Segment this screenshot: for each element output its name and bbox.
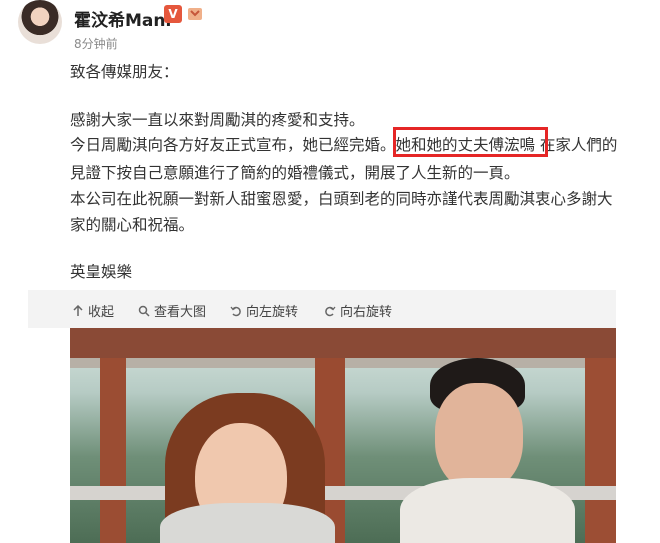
view-large-label: 查看大图 xyxy=(154,305,207,320)
author-name[interactable]: 霍汶希Mani xyxy=(74,6,171,31)
highlight-box xyxy=(393,127,548,157)
post-line-thanks: 感謝大家一直以來對周勵淇的疼愛和支持。 xyxy=(70,111,365,129)
rotate-left-icon xyxy=(230,306,241,316)
verified-badge-icon: V xyxy=(164,5,182,23)
post-line-ceremony: 見證下按自己意願進行了簡約的婚禮儀式，開展了人生新的一頁。 xyxy=(70,164,520,182)
member-flag-icon xyxy=(188,8,202,20)
collapse-label: 收起 xyxy=(88,305,115,320)
post-signature: 英皇娛樂 xyxy=(70,263,133,281)
rotate-right-icon xyxy=(325,306,336,316)
avatar[interactable] xyxy=(18,0,62,44)
image-toolbar: 收起 查看大图 向左旋转 向右旋转 xyxy=(28,290,616,328)
post-photo[interactable] xyxy=(70,328,616,543)
post-line-blessing-end: 家的關心和祝福。 xyxy=(70,216,195,234)
post-line-greeting: 致各傳媒朋友： xyxy=(70,63,179,81)
magnifier-icon xyxy=(138,305,150,317)
rotate-left-button[interactable]: 向左旋转 xyxy=(230,301,298,320)
up-arrow-icon xyxy=(73,304,83,316)
post-line-blessing: 本公司在此祝願一對新人甜蜜恩愛，白頭到老的同時亦謹代表周勵淇衷心多謝大 xyxy=(70,190,613,208)
rotate-right-button[interactable]: 向右旋转 xyxy=(324,301,392,320)
rotate-right-label: 向右旋转 xyxy=(340,305,393,320)
rotate-left-label: 向左旋转 xyxy=(246,305,299,320)
post-timestamp[interactable]: 8分钟前 xyxy=(74,35,118,52)
collapse-button[interactable]: 收起 xyxy=(72,301,114,320)
view-large-button[interactable]: 查看大图 xyxy=(138,301,206,320)
